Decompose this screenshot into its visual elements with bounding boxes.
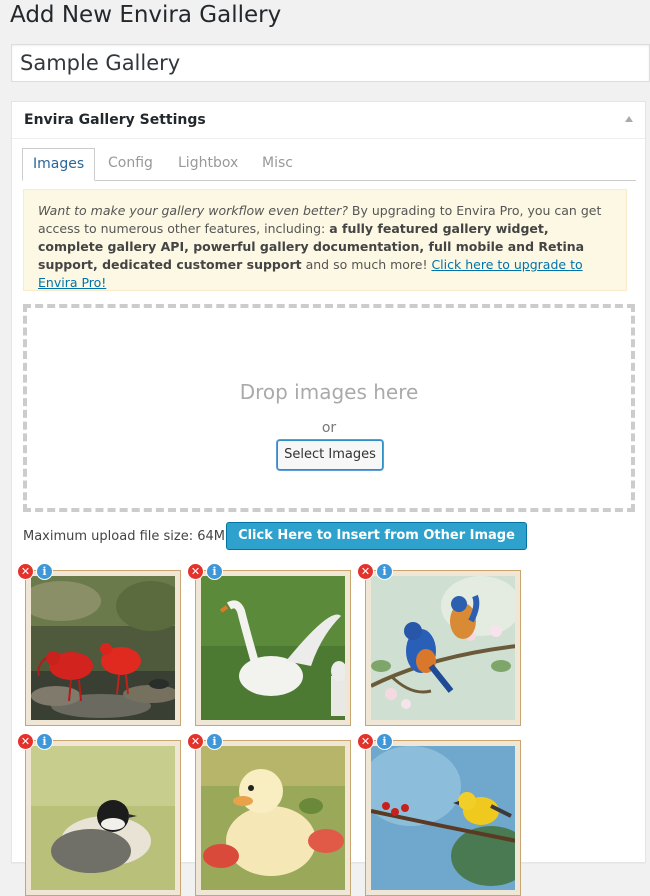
gallery-settings-box: Envira Gallery Settings Images Config Li… <box>11 101 646 896</box>
select-images-button[interactable]: Select Images <box>277 440 383 470</box>
gallery-image <box>371 576 515 720</box>
gallery-image-item[interactable]: ✕ i <box>187 733 351 896</box>
gallery-image <box>201 746 345 890</box>
page-title: Add New Envira Gallery <box>10 2 282 28</box>
upgrade-notice: Want to make your gallery workflow even … <box>23 189 627 291</box>
info-icon[interactable]: i <box>376 733 393 750</box>
tab-images[interactable]: Images <box>22 148 96 181</box>
gallery-image-item[interactable]: ✕ i <box>357 733 521 896</box>
gallery-image-item[interactable]: ✕ i <box>187 563 351 726</box>
tab-misc[interactable]: Misc <box>252 148 303 179</box>
gallery-title-input[interactable]: Sample Gallery <box>11 44 650 82</box>
drop-or: or <box>321 420 337 436</box>
image-dropzone[interactable]: Drop images here or Select Images <box>23 304 635 512</box>
remove-icon[interactable]: ✕ <box>17 563 34 580</box>
remove-icon[interactable]: ✕ <box>187 563 204 580</box>
gallery-image <box>371 746 515 890</box>
tab-lightbox[interactable]: Lightbox <box>168 148 248 179</box>
remove-icon[interactable]: ✕ <box>357 733 374 750</box>
remove-icon[interactable]: ✕ <box>357 563 374 580</box>
max-upload-size: Maximum upload file size: 64MB. <box>23 529 239 544</box>
gallery-image-item[interactable]: ✕ i <box>17 563 181 726</box>
remove-icon[interactable]: ✕ <box>17 733 34 750</box>
info-icon[interactable]: i <box>376 563 393 580</box>
info-icon[interactable]: i <box>36 563 53 580</box>
settings-box-title: Envira Gallery Settings <box>24 112 206 128</box>
gallery-image <box>201 576 345 720</box>
notice-intro: Want to make your gallery workflow even … <box>38 203 348 218</box>
gallery-image-item[interactable]: ✕ i <box>17 733 181 896</box>
tab-config[interactable]: Config <box>98 148 163 179</box>
remove-icon[interactable]: ✕ <box>187 733 204 750</box>
info-icon[interactable]: i <box>206 733 223 750</box>
gallery-image <box>31 576 175 720</box>
info-icon[interactable]: i <box>206 563 223 580</box>
drop-text: Drop images here <box>239 380 419 404</box>
insert-other-sources-button[interactable]: Click Here to Insert from Other Image So… <box>226 522 527 569</box>
settings-box-header[interactable]: Envira Gallery Settings <box>12 102 645 139</box>
settings-tabs: Images Config Lightbox Misc <box>22 148 636 181</box>
info-icon[interactable]: i <box>36 733 53 750</box>
notice-text-end: and so much more! <box>301 257 432 272</box>
gallery-image <box>31 746 175 890</box>
gallery-image-item[interactable]: ✕ i <box>357 563 521 726</box>
collapse-arrow-icon[interactable] <box>625 116 633 122</box>
